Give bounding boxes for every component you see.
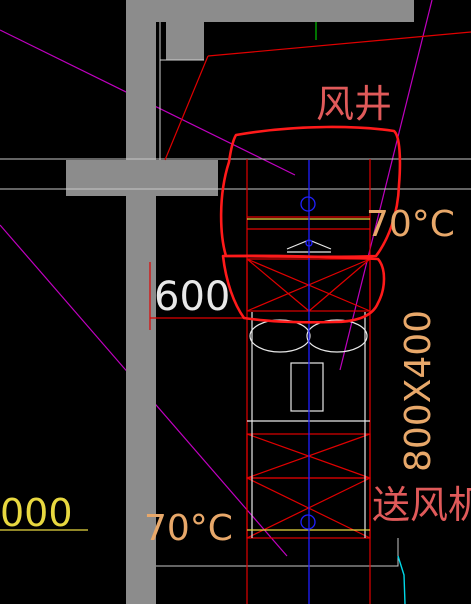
label-supply-fan: 送风机 (372, 483, 471, 527)
wall-top-horizontal (126, 0, 414, 22)
wall-column-square (166, 22, 204, 60)
cad-drawing: 风井 70°C 600 70°C 000 送风机 800X400 (0, 0, 471, 604)
label-dimension: 600 (154, 274, 230, 320)
label-left-partial: 000 (0, 491, 73, 535)
label-shaft: 风井 (316, 82, 392, 126)
label-duct-size: 800X400 (398, 310, 439, 472)
wall-beam-horizontal (66, 160, 218, 196)
label-temp-top: 70°C (366, 204, 455, 245)
label-temp-bottom: 70°C (144, 508, 233, 549)
